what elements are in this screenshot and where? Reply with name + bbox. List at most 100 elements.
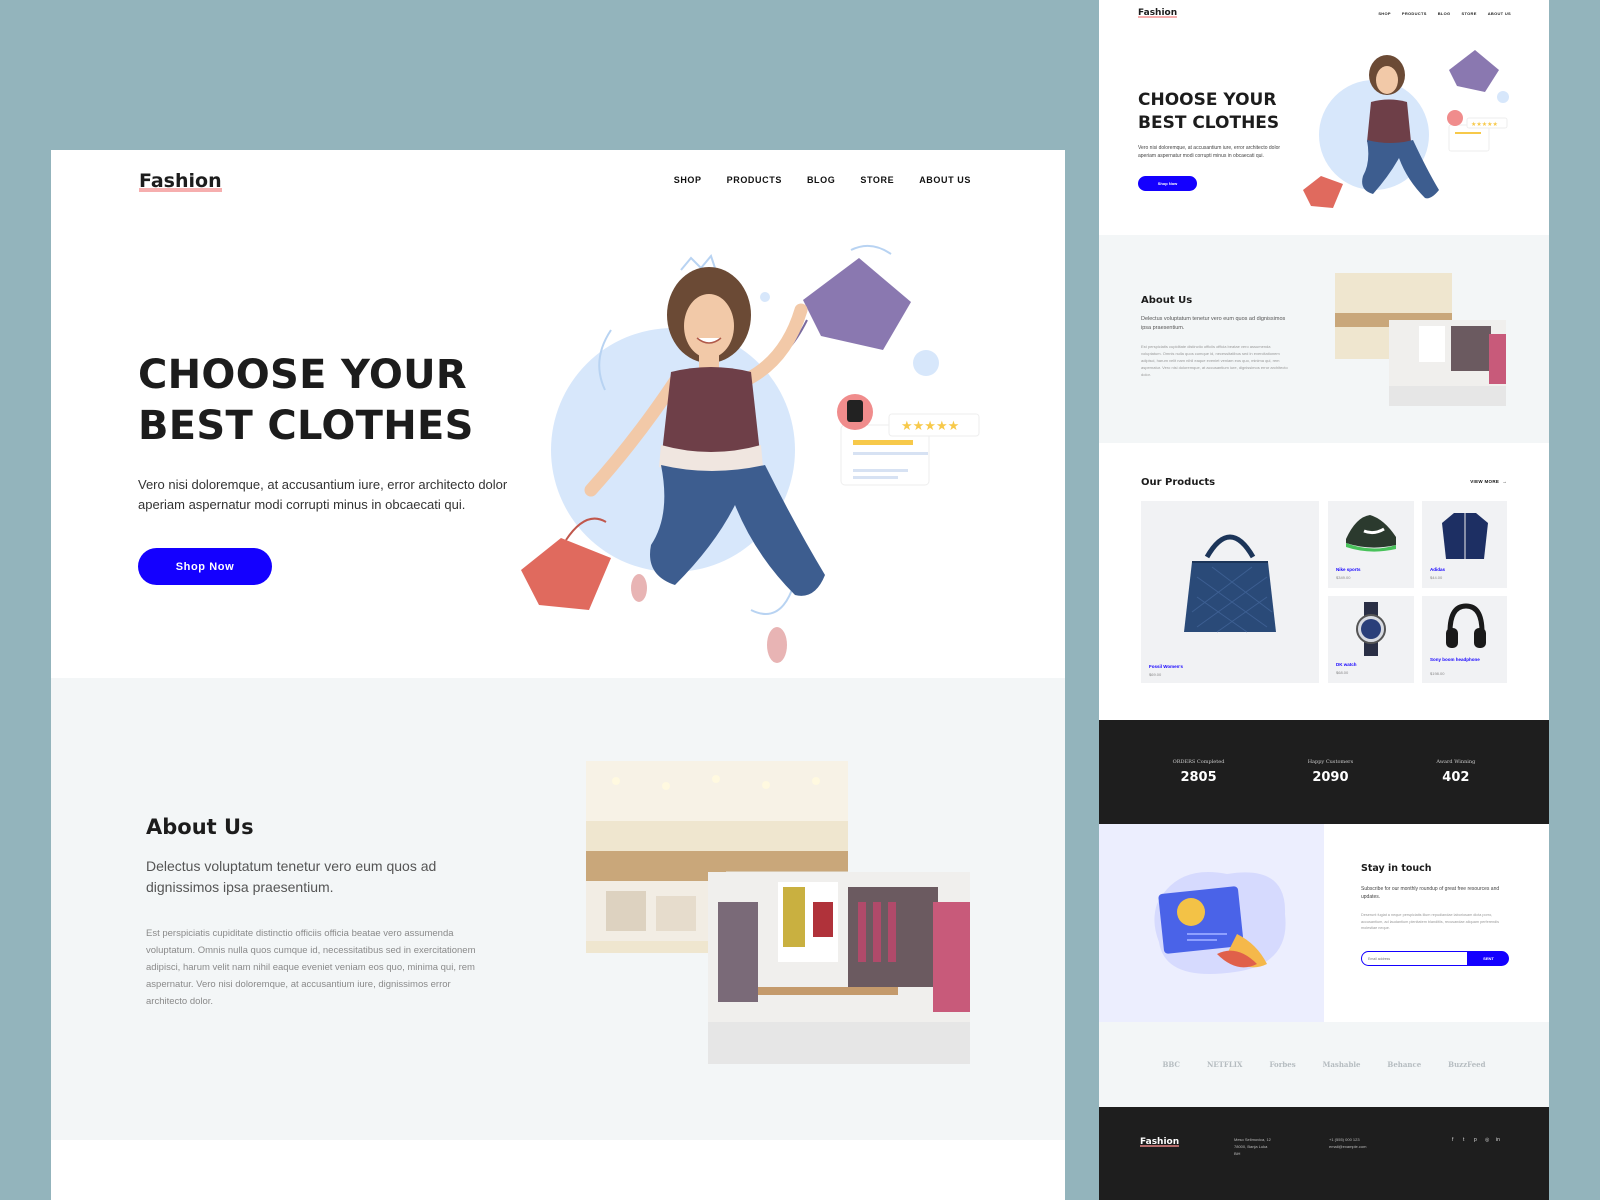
- hero-illustration: ★★★★★: [521, 244, 980, 663]
- product-price: $44.00: [1430, 575, 1443, 580]
- svg-text:★★★★★: ★★★★★: [901, 419, 959, 434]
- side-nav: SHOP PRODUCTS BLOG STORE ABOUT US: [1378, 11, 1511, 16]
- product-price: $68.00: [1336, 670, 1349, 675]
- product-card[interactable]: Nike sports $349.00: [1328, 501, 1414, 588]
- product-name: Adidas: [1430, 567, 1446, 572]
- nav-store[interactable]: STORE: [860, 175, 894, 185]
- newsletter-body: Deserunt fugiat a neque perspiciatis ill…: [1361, 913, 1500, 930]
- stat-value: 402: [1442, 770, 1470, 785]
- side-nav-store[interactable]: STORE: [1461, 11, 1476, 16]
- facebook-icon[interactable]: f: [1452, 1138, 1457, 1143]
- brand-logo: NETFLIX: [1206, 1060, 1243, 1069]
- view-more-link[interactable]: VIEW MORE →: [1470, 479, 1507, 484]
- newsletter-section: Stay in touch Subscribe for our monthly …: [1099, 824, 1549, 1022]
- product-card[interactable]: Sony boom headphone $198.00: [1422, 596, 1507, 683]
- side-hero-title: CHOOSE YOUR BEST CLOTHES: [1138, 89, 1279, 135]
- brand-logo: BuzzFeed: [1448, 1060, 1486, 1069]
- product-name: Sony boom headphone: [1430, 657, 1480, 662]
- hero-title-line2: BEST CLOTHES: [138, 403, 474, 449]
- brand-logo: Mashable: [1322, 1060, 1361, 1069]
- headphones-icon: [1446, 603, 1486, 648]
- stat-customers: Happy Customers 2090: [1308, 759, 1353, 785]
- stat-label: ORDERS Completed: [1172, 759, 1225, 765]
- sneaker-icon: [1346, 515, 1396, 552]
- brand-logo: Forbes: [1269, 1060, 1296, 1069]
- about-title: About Us: [146, 815, 254, 839]
- side-about-body: Est perspiciatis cupiditate distinctio o…: [1141, 344, 1288, 377]
- product-name: DK watch: [1336, 662, 1357, 667]
- store-photo-2: [708, 872, 970, 1064]
- footer-email[interactable]: email@example.com: [1329, 1143, 1399, 1150]
- products-title: Our Products: [1141, 477, 1216, 488]
- stat-label: Happy Customers: [1307, 759, 1354, 765]
- stat-orders: ORDERS Completed 2805: [1173, 759, 1225, 785]
- email-field[interactable]: [1361, 951, 1468, 966]
- side-hero-illustration: ★★★★★: [1303, 50, 1509, 208]
- product-price: $198.00: [1430, 671, 1445, 676]
- twitter-icon[interactable]: t: [1463, 1138, 1468, 1143]
- side-logo-underline: [1138, 16, 1178, 18]
- side-hero-title-line1: CHOOSE YOUR: [1138, 90, 1277, 110]
- footer-address: Meso Selimovica, 12 78000, Banja Luka Bi…: [1234, 1136, 1294, 1157]
- side-shop-now-button[interactable]: Shop Now: [1138, 176, 1197, 191]
- product-price: $349.00: [1336, 575, 1351, 580]
- about-body: Est perspiciatis cupiditate distinctio o…: [146, 928, 476, 1007]
- side-hero-title-line2: BEST CLOTHES: [1138, 113, 1280, 133]
- brand-logo: Behance: [1387, 1060, 1422, 1069]
- newsletter-illustration: [1154, 872, 1286, 974]
- side-nav-blog[interactable]: BLOG: [1438, 11, 1451, 16]
- side-nav-products[interactable]: PRODUCTS: [1402, 11, 1427, 16]
- nav-shop[interactable]: SHOP: [674, 175, 702, 185]
- side-about-title: About Us: [1141, 295, 1193, 306]
- address-line: Meso Selimovica, 12: [1234, 1137, 1271, 1142]
- nav-blog[interactable]: BLOG: [807, 175, 835, 185]
- footer-logo-underline: [1140, 1145, 1180, 1147]
- product-card[interactable]: Adidas $44.00: [1422, 501, 1507, 588]
- stat-awards: Award Winning 402: [1436, 759, 1475, 785]
- hero-subtitle: Vero nisi doloremque, at accusantium iur…: [138, 477, 508, 512]
- newsletter-lead: Subscribe for our monthly roundup of gre…: [1361, 886, 1500, 900]
- product-price: $69.00: [1149, 672, 1162, 677]
- social-links: f t p ◎ in: [1452, 1138, 1501, 1143]
- newsletter-form: SENT: [1361, 951, 1509, 966]
- stat-value: 2805: [1180, 770, 1217, 785]
- side-store-photo-2: [1389, 320, 1506, 406]
- instagram-icon[interactable]: ◎: [1485, 1138, 1490, 1143]
- shop-now-button[interactable]: Shop Now: [138, 548, 272, 585]
- logo-underline: [139, 188, 222, 192]
- side-nav-shop[interactable]: SHOP: [1378, 11, 1391, 16]
- footer: Fashion Meso Selimovica, 12 78000, Banja…: [1099, 1107, 1549, 1200]
- stats-bar: ORDERS Completed 2805 Happy Customers 20…: [1099, 720, 1549, 824]
- about-lead: Delectus voluptatum tenetur vero eum quo…: [146, 858, 437, 895]
- side-about-section: About Us Delectus voluptatum tenetur ver…: [1099, 235, 1549, 443]
- side-nav-about-us[interactable]: ABOUT US: [1488, 11, 1511, 16]
- newsletter-illustration-panel: [1099, 824, 1324, 1022]
- address-line: 78000, Banja Luka: [1234, 1144, 1268, 1149]
- stat-value: 2090: [1312, 770, 1349, 785]
- handbag-icon: [1184, 534, 1276, 633]
- brand-logo: BBC: [1162, 1060, 1181, 1069]
- linkedin-icon[interactable]: in: [1496, 1138, 1501, 1143]
- svg-text:★★★★★: ★★★★★: [1471, 121, 1498, 128]
- footer-logo[interactable]: Fashion: [1140, 1137, 1180, 1147]
- nav-products[interactable]: PRODUCTS: [727, 175, 782, 185]
- view-more-label: VIEW MORE: [1470, 479, 1500, 484]
- product-card[interactable]: Fossil Women's $69.00: [1141, 501, 1319, 683]
- logo[interactable]: Fashion: [139, 170, 222, 192]
- product-card[interactable]: DK watch $68.00: [1328, 596, 1414, 683]
- footer-contact: +1 (555) 000 123 email@example.com: [1329, 1136, 1399, 1150]
- canvas: { "brand": {"logo": "Fashion"}, "nav": […: [0, 0, 1600, 1200]
- full-page-preview: Fashion SHOP PRODUCTS BLOG STORE ABOUT U…: [1099, 0, 1549, 1200]
- pinterest-icon[interactable]: p: [1474, 1138, 1479, 1143]
- nav-about-us[interactable]: ABOUT US: [919, 175, 971, 185]
- hero-title-line1: CHOOSE YOUR: [138, 352, 468, 398]
- main-nav: SHOP PRODUCTS BLOG STORE ABOUT US: [674, 175, 971, 185]
- send-button[interactable]: SENT: [1468, 951, 1509, 966]
- footer-phone[interactable]: +1 (555) 000 123: [1329, 1136, 1399, 1143]
- jacket-icon: [1442, 513, 1488, 559]
- product-name: Fossil Women's: [1149, 664, 1183, 669]
- address-line: BiH: [1234, 1151, 1241, 1156]
- side-logo[interactable]: Fashion: [1138, 8, 1178, 18]
- arrow-right-icon: →: [1502, 479, 1507, 484]
- brand-logos-row: BBC NETFLIX Forbes Mashable Behance Buzz…: [1099, 1022, 1549, 1107]
